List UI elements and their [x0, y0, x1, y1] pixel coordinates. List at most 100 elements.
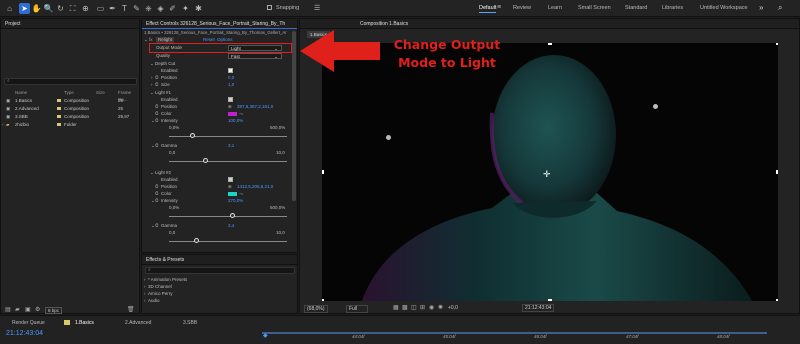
layer-handle[interactable] — [776, 170, 778, 174]
stopwatch-icon[interactable]: ⏱ — [155, 111, 159, 117]
effect-controls-tab[interactable]: Effect Controls 326128_Serious_Face_Port… — [142, 19, 297, 29]
layer-handle[interactable] — [548, 299, 552, 301]
timeline-timecode[interactable]: 21:12:43:04 — [6, 330, 43, 337]
new-composition-icon[interactable]: ▣ — [25, 306, 31, 313]
preset-item[interactable]: › Amico Perry — [142, 291, 292, 297]
project-search-input[interactable]: ⌕ — [4, 78, 137, 85]
type-tool-icon[interactable]: T — [119, 3, 130, 14]
layer-handle[interactable] — [548, 43, 552, 45]
light-1-intensity-slider[interactable] — [169, 133, 287, 139]
zoom-dropdown[interactable]: (68,0%) — [304, 305, 328, 313]
guides-icon[interactable]: ⊞ — [420, 304, 425, 311]
puppet-tool-icon[interactable]: ✦ — [180, 3, 191, 14]
zoom-tool-icon[interactable]: 🔍 — [43, 3, 54, 14]
chevron-right-icon[interactable]: › — [2, 121, 4, 128]
slider-knob[interactable] — [229, 213, 235, 218]
light-2-intensity-value[interactable]: 270,0% — [228, 198, 243, 204]
project-settings-icon[interactable]: ⚙ — [35, 306, 40, 313]
roto-brush-tool-icon[interactable]: ✐ — [167, 3, 178, 14]
light-2-position-value[interactable]: 1412,5,205,6,21,0 — [237, 184, 273, 190]
layer-handle[interactable] — [322, 170, 324, 174]
render-queue-tab[interactable]: Render Queue — [12, 320, 45, 326]
channel-icon[interactable]: ◉ — [429, 304, 434, 311]
eyedropper-icon[interactable]: ⤑ — [239, 111, 243, 116]
slider-knob[interactable] — [194, 238, 200, 243]
pen-tool-icon[interactable]: ✒ — [107, 3, 118, 14]
light-1-color-swatch[interactable] — [228, 112, 237, 116]
work-area-bar[interactable] — [262, 332, 767, 334]
stopwatch-icon[interactable]: ⏱ — [155, 191, 159, 197]
workspace-review[interactable]: Review — [513, 5, 531, 11]
chevron-right-icon[interactable]: › — [151, 82, 153, 88]
clone-stamp-tool-icon[interactable]: ⎈ — [143, 3, 154, 14]
stopwatch-icon[interactable]: ⏱ — [155, 118, 159, 124]
workspace-libraries[interactable]: Libraries — [662, 5, 683, 11]
search-help-icon[interactable]: ⌕ — [778, 3, 782, 13]
column-name[interactable]: Name — [15, 89, 27, 96]
depth-size-value[interactable]: 1,0 — [228, 82, 234, 88]
workspace-learn[interactable]: Learn — [548, 5, 562, 11]
new-folder-icon[interactable]: ▰ — [15, 306, 20, 313]
depth-enabled-checkbox[interactable] — [228, 68, 233, 73]
project-item-row[interactable]: ▣ 3.SBB Composition 29,97 — [1, 113, 139, 120]
selection-tool-icon[interactable]: ➤ — [19, 3, 30, 14]
workspace-default[interactable]: Default — [479, 5, 497, 13]
exposure-value[interactable]: +0,0 — [448, 305, 458, 311]
rectangle-tool-icon[interactable]: ▭ — [95, 3, 106, 14]
light-1-position-value[interactable]: 387,6,387,2,161,0 — [237, 104, 273, 110]
light-position-point[interactable] — [653, 104, 658, 109]
snapping-checkbox[interactable] — [267, 5, 272, 10]
stopwatch-icon[interactable]: ⏱ — [155, 104, 159, 110]
slider-knob[interactable] — [189, 133, 195, 138]
chevron-down-icon[interactable]: ⌄ — [150, 170, 154, 176]
light-1-group[interactable]: ⌄ Light #1 — [142, 90, 292, 96]
column-type[interactable]: Type — [64, 89, 74, 96]
stopwatch-icon[interactable]: ⏱ — [155, 82, 159, 88]
timeline-tab-advanced[interactable]: 2.Advanced — [125, 320, 151, 326]
depth-position-value[interactable]: 0,0 — [228, 75, 234, 81]
chevron-down-icon[interactable]: ⌄ — [144, 37, 148, 43]
stopwatch-icon[interactable]: ⏱ — [155, 223, 159, 229]
stopwatch-icon[interactable]: ⏱ — [155, 198, 159, 204]
light-2-enabled-checkbox[interactable] — [228, 177, 233, 182]
stopwatch-icon[interactable]: ⏱ — [155, 143, 159, 149]
light-2-intensity-slider[interactable] — [169, 213, 287, 219]
pin-tool-icon[interactable]: ✱ — [193, 3, 204, 14]
effects-search-input[interactable]: ⌕ — [145, 267, 295, 274]
project-item-row[interactable]: ▣ 1.Basics Composition 25 — [1, 97, 139, 104]
preset-item[interactable]: › * Animation Presets — [142, 277, 292, 283]
brush-tool-icon[interactable]: ✎ — [131, 3, 142, 14]
more-workspaces-icon[interactable]: » — [759, 3, 763, 12]
crosshair-icon[interactable]: ⊕ — [228, 184, 232, 190]
light-1-gamma-value[interactable]: 3,1 — [228, 143, 234, 149]
workspace-standard[interactable]: Standard — [625, 5, 647, 11]
pan-behind-tool-icon[interactable]: ⊕ — [80, 3, 91, 14]
align-icon[interactable]: ☰ — [314, 4, 320, 12]
light-1-enabled-checkbox[interactable] — [228, 97, 233, 102]
hand-tool-icon[interactable]: ✋ — [31, 3, 42, 14]
rotate-tool-icon[interactable]: ↻ — [55, 3, 66, 14]
effect-controls-scrollbar[interactable] — [292, 31, 296, 201]
preset-item[interactable]: › 3D Channel — [142, 284, 292, 290]
depth-cut-group[interactable]: ⌄ Depth Cut — [142, 61, 292, 67]
light-2-gamma-slider[interactable] — [169, 238, 287, 244]
workspace-menu-icon[interactable]: ≡ — [497, 4, 501, 11]
workspace-small-screen[interactable]: Small Screen — [578, 5, 611, 11]
slider-knob[interactable] — [202, 158, 208, 163]
light-2-color-swatch[interactable] — [228, 192, 237, 196]
light-1-intensity-value[interactable]: 100,0% — [228, 118, 243, 124]
composition-tab[interactable]: Composition 1.Basics — [300, 19, 799, 29]
preset-item[interactable]: › Audio — [142, 298, 292, 304]
project-item-row[interactable]: ▣ 2.Advanced Composition 25 — [1, 105, 139, 112]
timeline-tab-basics[interactable]: 1.Basics — [75, 320, 94, 326]
chevron-down-icon[interactable]: ⌄ — [150, 61, 154, 67]
camera-tool-icon[interactable]: ⛶ — [67, 3, 78, 14]
eraser-tool-icon[interactable]: ◈ — [155, 3, 166, 14]
light-1-gamma-slider[interactable] — [169, 158, 287, 164]
color-management-icon[interactable]: ✺ — [438, 304, 443, 311]
resolution-dropdown[interactable]: Full — [346, 305, 368, 313]
timeline-tab-sbb[interactable]: 3.SBB — [183, 320, 197, 326]
workspace-untitled[interactable]: Untitled Workspace — [700, 5, 748, 11]
layer-handle[interactable] — [776, 299, 778, 301]
transparency-grid-icon[interactable]: ▩ — [402, 304, 408, 311]
